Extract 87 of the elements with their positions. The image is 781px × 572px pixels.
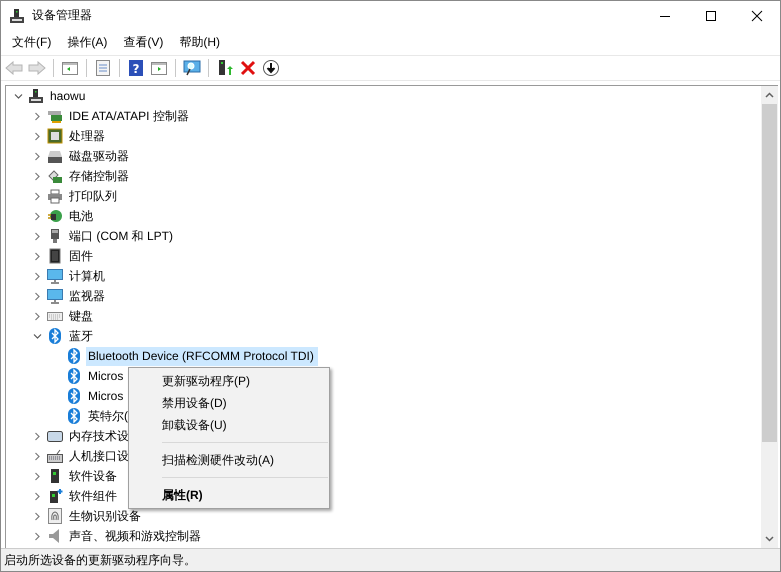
scrollbar[interactable] [761,86,778,548]
tree-item[interactable]: IDE ATA/ATAPI 控制器 [67,106,191,126]
down-arrow-circle-icon[interactable] [262,59,280,77]
menu-item[interactable]: 查看(V) [115,34,172,51]
tree-item[interactable]: 固件 [67,246,95,266]
scrollbar-thumb[interactable] [762,104,777,442]
chevron-icon[interactable] [14,92,23,100]
tree-item[interactable]: 人机接口设 [67,446,131,466]
chip-icon [47,248,63,264]
bluetooth-icon [66,348,82,364]
status-bar: 启动所选设备的更新驱动程序向导。 [1,548,780,571]
chevron-icon[interactable] [33,432,42,440]
bluetooth-icon [66,368,82,384]
tree-item[interactable]: Bluetooth Device (RFCOMM Protocol TDI) [86,346,318,366]
monitor-icon [47,288,63,304]
bluetooth-icon [47,328,63,344]
chevron-icon[interactable] [33,152,42,160]
tree-item[interactable]: 电池 [67,206,95,226]
window-title: 设备管理器 [32,7,92,24]
device-up-arrow-icon[interactable] [216,59,234,77]
keyboard-mouse-icon [47,448,63,464]
chevron-icon[interactable] [33,292,42,300]
tree-item[interactable]: 监视器 [67,286,107,306]
menu-item[interactable]: 禁用设备(D) [129,392,329,414]
bluetooth-icon [66,388,82,404]
tree-item[interactable]: 键盘 [67,306,95,326]
printer-icon [47,188,63,204]
chip-icon [47,128,63,144]
close-icon[interactable] [751,10,763,22]
menu-item[interactable]: 属性(R) [129,484,329,506]
storage-controller-icon [47,168,63,184]
chevron-icon[interactable] [33,132,42,140]
tree-item[interactable]: 蓝牙 [67,326,95,346]
chevron-icon[interactable] [33,452,42,460]
menu-item[interactable]: 更新驱动程序(P) [129,370,329,392]
menu-item[interactable]: 卸载设备(U) [129,414,329,436]
monitor-search-icon[interactable] [183,59,201,77]
tree-item[interactable]: haowu [48,86,88,106]
tree-item[interactable]: 处理器 [67,126,107,146]
tree-item[interactable]: 声音、视频和游戏控制器 [67,526,203,546]
tree-item[interactable]: 内存技术设 [67,426,131,446]
tree-item[interactable]: 软件设备 [67,466,119,486]
chevron-icon[interactable] [33,272,42,280]
menu-item[interactable]: 文件(F) [4,34,60,51]
drive-icon [47,148,63,164]
computer-icon [28,88,44,104]
menu-item[interactable]: 扫描检测硬件改动(A) [129,449,329,471]
chevron-icon[interactable] [33,212,42,220]
chevron-icon[interactable] [33,492,42,500]
chevron-icon[interactable] [33,472,42,480]
tree-item[interactable]: 端口 (COM 和 LPT) [67,226,175,246]
tree-item[interactable]: 存储控制器 [67,166,131,186]
bluetooth-icon [66,408,82,424]
maximize-icon[interactable] [705,10,717,22]
menu-item[interactable]: 操作(A) [59,34,116,51]
chevron-icon[interactable] [33,312,42,320]
monitor-icon [47,268,63,284]
panel-icon[interactable] [150,59,168,77]
tree-item[interactable]: 计算机 [67,266,107,286]
chevron-icon[interactable] [33,332,42,340]
tree-item[interactable]: 英特尔( [86,406,130,426]
tree-item[interactable]: 磁盘驱动器 [67,146,131,166]
tree-item[interactable]: Micros [86,366,126,386]
tree-item[interactable]: 生物识别设备 [67,506,143,526]
tree-item[interactable]: Micros [86,386,126,406]
help-icon[interactable]: ? [127,59,145,77]
tree-item[interactable]: 软件组件 [67,486,119,506]
delete-icon[interactable] [239,59,257,77]
memory-device-icon [47,428,63,444]
chevron-icon[interactable] [33,532,42,540]
panel-icon[interactable] [61,59,79,77]
chevron-icon[interactable] [33,112,42,120]
menu-item[interactable]: 帮助(H) [171,34,228,51]
chevron-icon[interactable] [33,512,42,520]
controller-card-icon [47,108,63,124]
properties-icon[interactable] [94,59,112,77]
scroll-up-icon[interactable] [765,92,774,98]
scroll-down-icon[interactable] [765,536,774,542]
chevron-icon[interactable] [33,172,42,180]
tree-item[interactable]: 打印队列 [67,186,119,206]
fingerprint-icon [47,508,63,524]
computer-icon [9,8,25,24]
chevron-icon[interactable] [33,252,42,260]
chevron-icon[interactable] [33,232,42,240]
chevron-icon[interactable] [33,192,42,200]
battery-plug-icon [47,208,63,224]
software-component-icon [47,488,63,504]
